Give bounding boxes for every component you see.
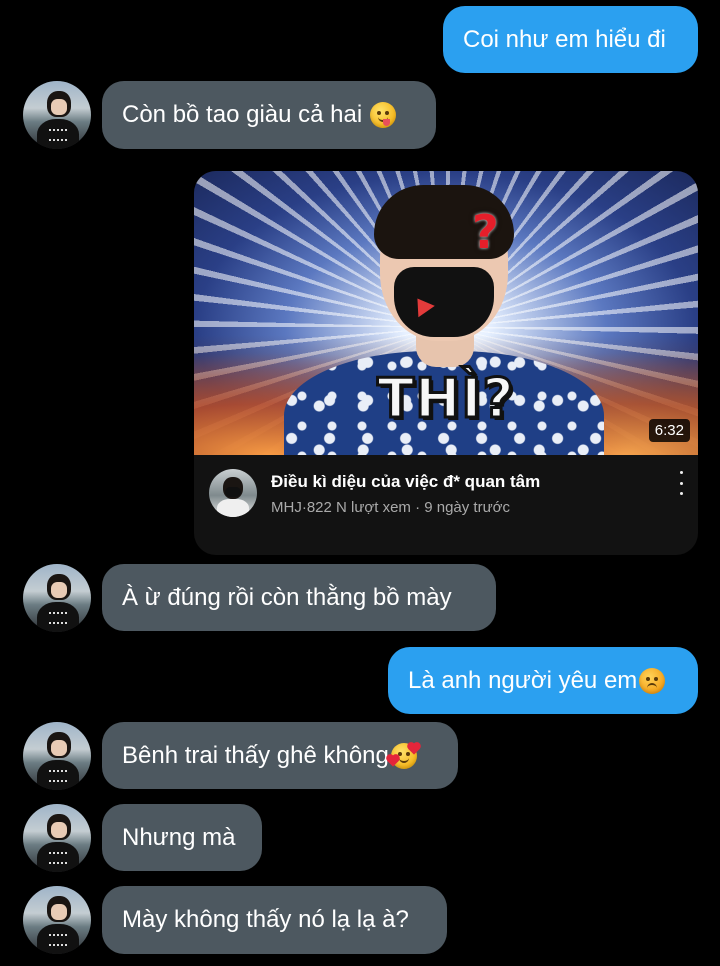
contact-avatar[interactable] — [23, 886, 91, 954]
youtube-video-card[interactable]: ? THÌ? 6:32 Điều kì diệu của việc đ* qua… — [194, 171, 698, 555]
question-mark-icon: ? — [472, 205, 499, 259]
more-vert-icon[interactable] — [676, 471, 686, 495]
video-meta: MHJ·822 N lượt xem · 9 ngày trước — [271, 499, 510, 516]
video-thumbnail[interactable]: ? THÌ? 6:32 — [194, 171, 698, 455]
message-bubble-outgoing[interactable]: Là anh người yêu em — [388, 647, 698, 714]
video-duration-badge: 6:32 — [648, 419, 690, 442]
message-text: Bênh trai thấy ghê không — [122, 741, 389, 769]
smiling-face-with-hearts-icon — [387, 742, 420, 769]
angry-face-icon — [639, 667, 666, 694]
message-bubble-incoming[interactable]: Mày không thấy nó lạ lạ à? — [102, 886, 447, 954]
message-bubble-incoming[interactable]: Nhưng mà — [102, 804, 262, 871]
message-text: Là anh người yêu em — [408, 666, 638, 694]
message-text: À ừ đúng rồi còn thằng bồ mày — [122, 583, 452, 611]
message-text: Mày không thấy nó lạ lạ à? — [122, 906, 409, 933]
message-text: Còn bồ tao giàu cả hai — [122, 101, 363, 128]
thumbnail-caption: THÌ? — [376, 366, 515, 432]
contact-avatar[interactable] — [23, 722, 91, 790]
contact-avatar[interactable] — [23, 81, 91, 149]
message-text: Nhưng mà — [122, 823, 236, 851]
message-bubble-outgoing[interactable]: Coi như em hiểu đi — [443, 6, 698, 73]
message-bubble-incoming[interactable]: Còn bồ tao giàu cả hai — [102, 81, 436, 149]
contact-avatar[interactable] — [23, 804, 91, 872]
video-title[interactable]: Điều kì diệu của việc đ* quan tâm — [271, 472, 540, 492]
message-bubble-incoming[interactable]: Bênh trai thấy ghê không — [102, 722, 458, 789]
message-bubble-incoming[interactable]: À ừ đúng rồi còn thằng bồ mày — [102, 564, 496, 631]
face-savoring-food-icon — [370, 102, 397, 128]
message-text: Coi như em hiểu đi — [463, 25, 666, 53]
channel-avatar[interactable] — [209, 469, 257, 517]
contact-avatar[interactable] — [23, 564, 91, 632]
